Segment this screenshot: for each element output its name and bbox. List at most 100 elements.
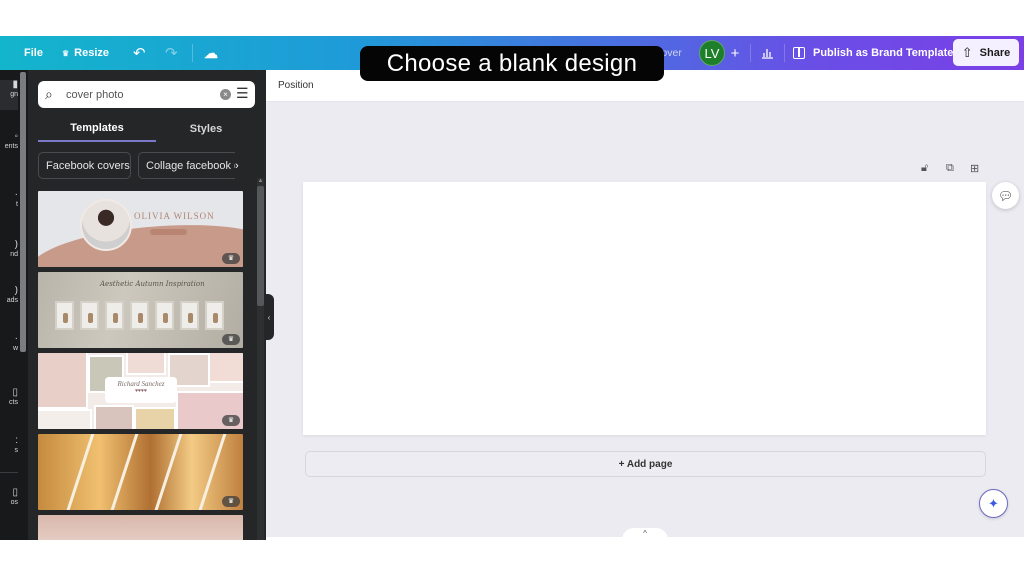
photo-card: [80, 301, 99, 330]
photo-tile: [94, 405, 134, 429]
decorative-wave: [38, 218, 243, 267]
rail-item-elements[interactable]: ◦ ents: [0, 132, 18, 160]
template-thumbnail[interactable]: [38, 515, 243, 540]
toolbar-divider: [784, 44, 785, 62]
tab-templates[interactable]: Templates: [38, 116, 156, 142]
position-button[interactable]: Position: [278, 80, 314, 91]
template-icon: [793, 47, 805, 59]
filter-icon[interactable]: ☰: [236, 85, 249, 102]
resize-label: Resize: [74, 47, 110, 59]
chevron-right-icon[interactable]: ›: [235, 152, 244, 179]
clear-search-icon[interactable]: ×: [220, 89, 231, 100]
rail-item-photos[interactable]: ▯ os: [0, 488, 18, 514]
magic-search-icon: ⌕: [45, 86, 53, 102]
publish-label: Publish as Brand Template: [813, 47, 954, 59]
crown-icon: ♛: [222, 253, 240, 264]
filter-chips: Facebook covers Collage facebook co ›: [38, 152, 244, 179]
rail-item-label: cts: [9, 399, 18, 406]
photos-icon: ▯: [12, 488, 18, 498]
avatar[interactable]: LV: [699, 40, 725, 66]
tab-styles[interactable]: Styles: [156, 116, 256, 142]
photo-card: [155, 301, 174, 330]
template-thumbnail[interactable]: Richard Sanchez ♥♥♥♥ ♛: [38, 353, 243, 429]
rail-item-design[interactable]: ▮ gn: [0, 80, 18, 110]
panel-scrollbar[interactable]: ▲: [257, 178, 264, 540]
chevron-up-icon[interactable]: ^: [622, 528, 668, 540]
search-input[interactable]: [66, 85, 206, 104]
scroll-up-icon[interactable]: ▲: [257, 178, 264, 184]
template-title-text: Richard Sanchez: [117, 380, 165, 388]
template-thumbnail[interactable]: OLIVIA WILSON ♛: [38, 191, 243, 267]
projects-icon: ▯: [12, 388, 18, 398]
resize-button[interactable]: ♛ Resize: [62, 36, 109, 70]
editor-app: File ♛ Resize ↶ ↷ ☁ Untitled design - Fa…: [0, 36, 1024, 540]
sparkle-icon[interactable]: ✦: [979, 489, 1008, 518]
crown-icon: ♛: [222, 334, 240, 345]
photo-card: [105, 301, 124, 330]
apps-icon: :: [15, 436, 18, 446]
rail-item-projects[interactable]: ▯ cts: [0, 388, 18, 414]
photo-tile: [134, 407, 176, 429]
template-thumbnail[interactable]: ♛: [38, 434, 243, 510]
template-title-text: Aesthetic Autumn Inspiration: [100, 280, 205, 288]
divider-strip: [64, 434, 95, 510]
template-thumbnail[interactable]: Aesthetic Autumn Inspiration ♛: [38, 272, 243, 348]
photo-card: [55, 301, 74, 330]
bar-chart-icon[interactable]: [758, 36, 776, 70]
crown-icon: ♛: [62, 48, 70, 58]
hearts-decoration: ♥♥♥♥: [135, 388, 147, 394]
left-rail: ▮ gn ◦ ents · t ) nd ) ads · w ▯ cts : s: [0, 70, 28, 540]
duplicate-icon[interactable]: ⧉: [946, 162, 954, 175]
photo-tile: [208, 353, 243, 383]
add-page-icon[interactable]: ⊞: [970, 162, 979, 175]
cloud-check-icon[interactable]: ☁: [204, 36, 218, 70]
panel-tabs: Templates Styles: [38, 116, 255, 142]
share-label: Share: [979, 46, 1011, 59]
photo-tile: [38, 409, 92, 429]
chip-facebook-covers[interactable]: Facebook covers: [38, 152, 131, 179]
search-box: ⌕ × ☰: [38, 81, 255, 108]
rail-item-label: t: [16, 201, 18, 208]
divider-strip: [108, 434, 139, 510]
add-collaborator-button[interactable]: +: [728, 36, 742, 70]
template-decoration: [150, 229, 187, 235]
divider-strip: [152, 434, 183, 510]
rail-scrollbar[interactable]: [20, 72, 26, 352]
redo-icon[interactable]: ↷: [165, 36, 178, 70]
collapse-panel-button[interactable]: ‹: [264, 294, 274, 340]
photo-card: [205, 301, 224, 330]
lock-icon[interactable]: 🔓︎: [921, 162, 928, 175]
crown-icon: ♛: [222, 496, 240, 507]
share-button[interactable]: ⇧ Share: [953, 39, 1019, 66]
toolbar-divider: [192, 44, 193, 62]
rail-item-draw[interactable]: · w: [0, 334, 18, 360]
photo-tile: [126, 353, 166, 375]
brand-icon: ): [14, 240, 18, 250]
elements-icon: ◦: [14, 132, 18, 142]
template-label: Richard Sanchez ♥♥♥♥: [105, 377, 177, 403]
rail-item-apps[interactable]: : s: [0, 436, 19, 462]
design-page[interactable]: [303, 182, 986, 435]
template-title-text: OLIVIA WILSON: [134, 211, 215, 221]
scrollbar-thumb[interactable]: [257, 186, 264, 306]
file-label: File: [24, 47, 43, 59]
photo-card: [180, 301, 199, 330]
uploads-icon: ): [14, 286, 18, 296]
rail-item-text[interactable]: · t: [0, 190, 18, 216]
add-page-button[interactable]: + Add page: [305, 451, 986, 477]
rail-item-label: w: [12, 345, 18, 352]
profile-photo: [80, 199, 132, 251]
design-icon: ▮: [12, 80, 18, 90]
add-comment-icon[interactable]: 💬︎: [992, 182, 1019, 209]
photo-card: [130, 301, 149, 330]
crown-icon: ♛: [222, 415, 240, 426]
rail-item-label: ents: [4, 143, 18, 150]
templates-panel: ⌕ × ☰ Templates Styles Facebook covers C…: [28, 70, 266, 540]
rail-item-brand[interactable]: ) nd: [0, 240, 18, 266]
rail-item-uploads[interactable]: ) ads: [0, 286, 18, 312]
share-icon: ⇧: [961, 44, 973, 60]
publish-brand-template-button[interactable]: Publish as Brand Template: [793, 36, 953, 70]
undo-icon[interactable]: ↶: [133, 36, 146, 70]
file-menu-button[interactable]: File: [24, 36, 43, 70]
chip-collage-facebook-covers[interactable]: Collage facebook co: [138, 152, 244, 179]
